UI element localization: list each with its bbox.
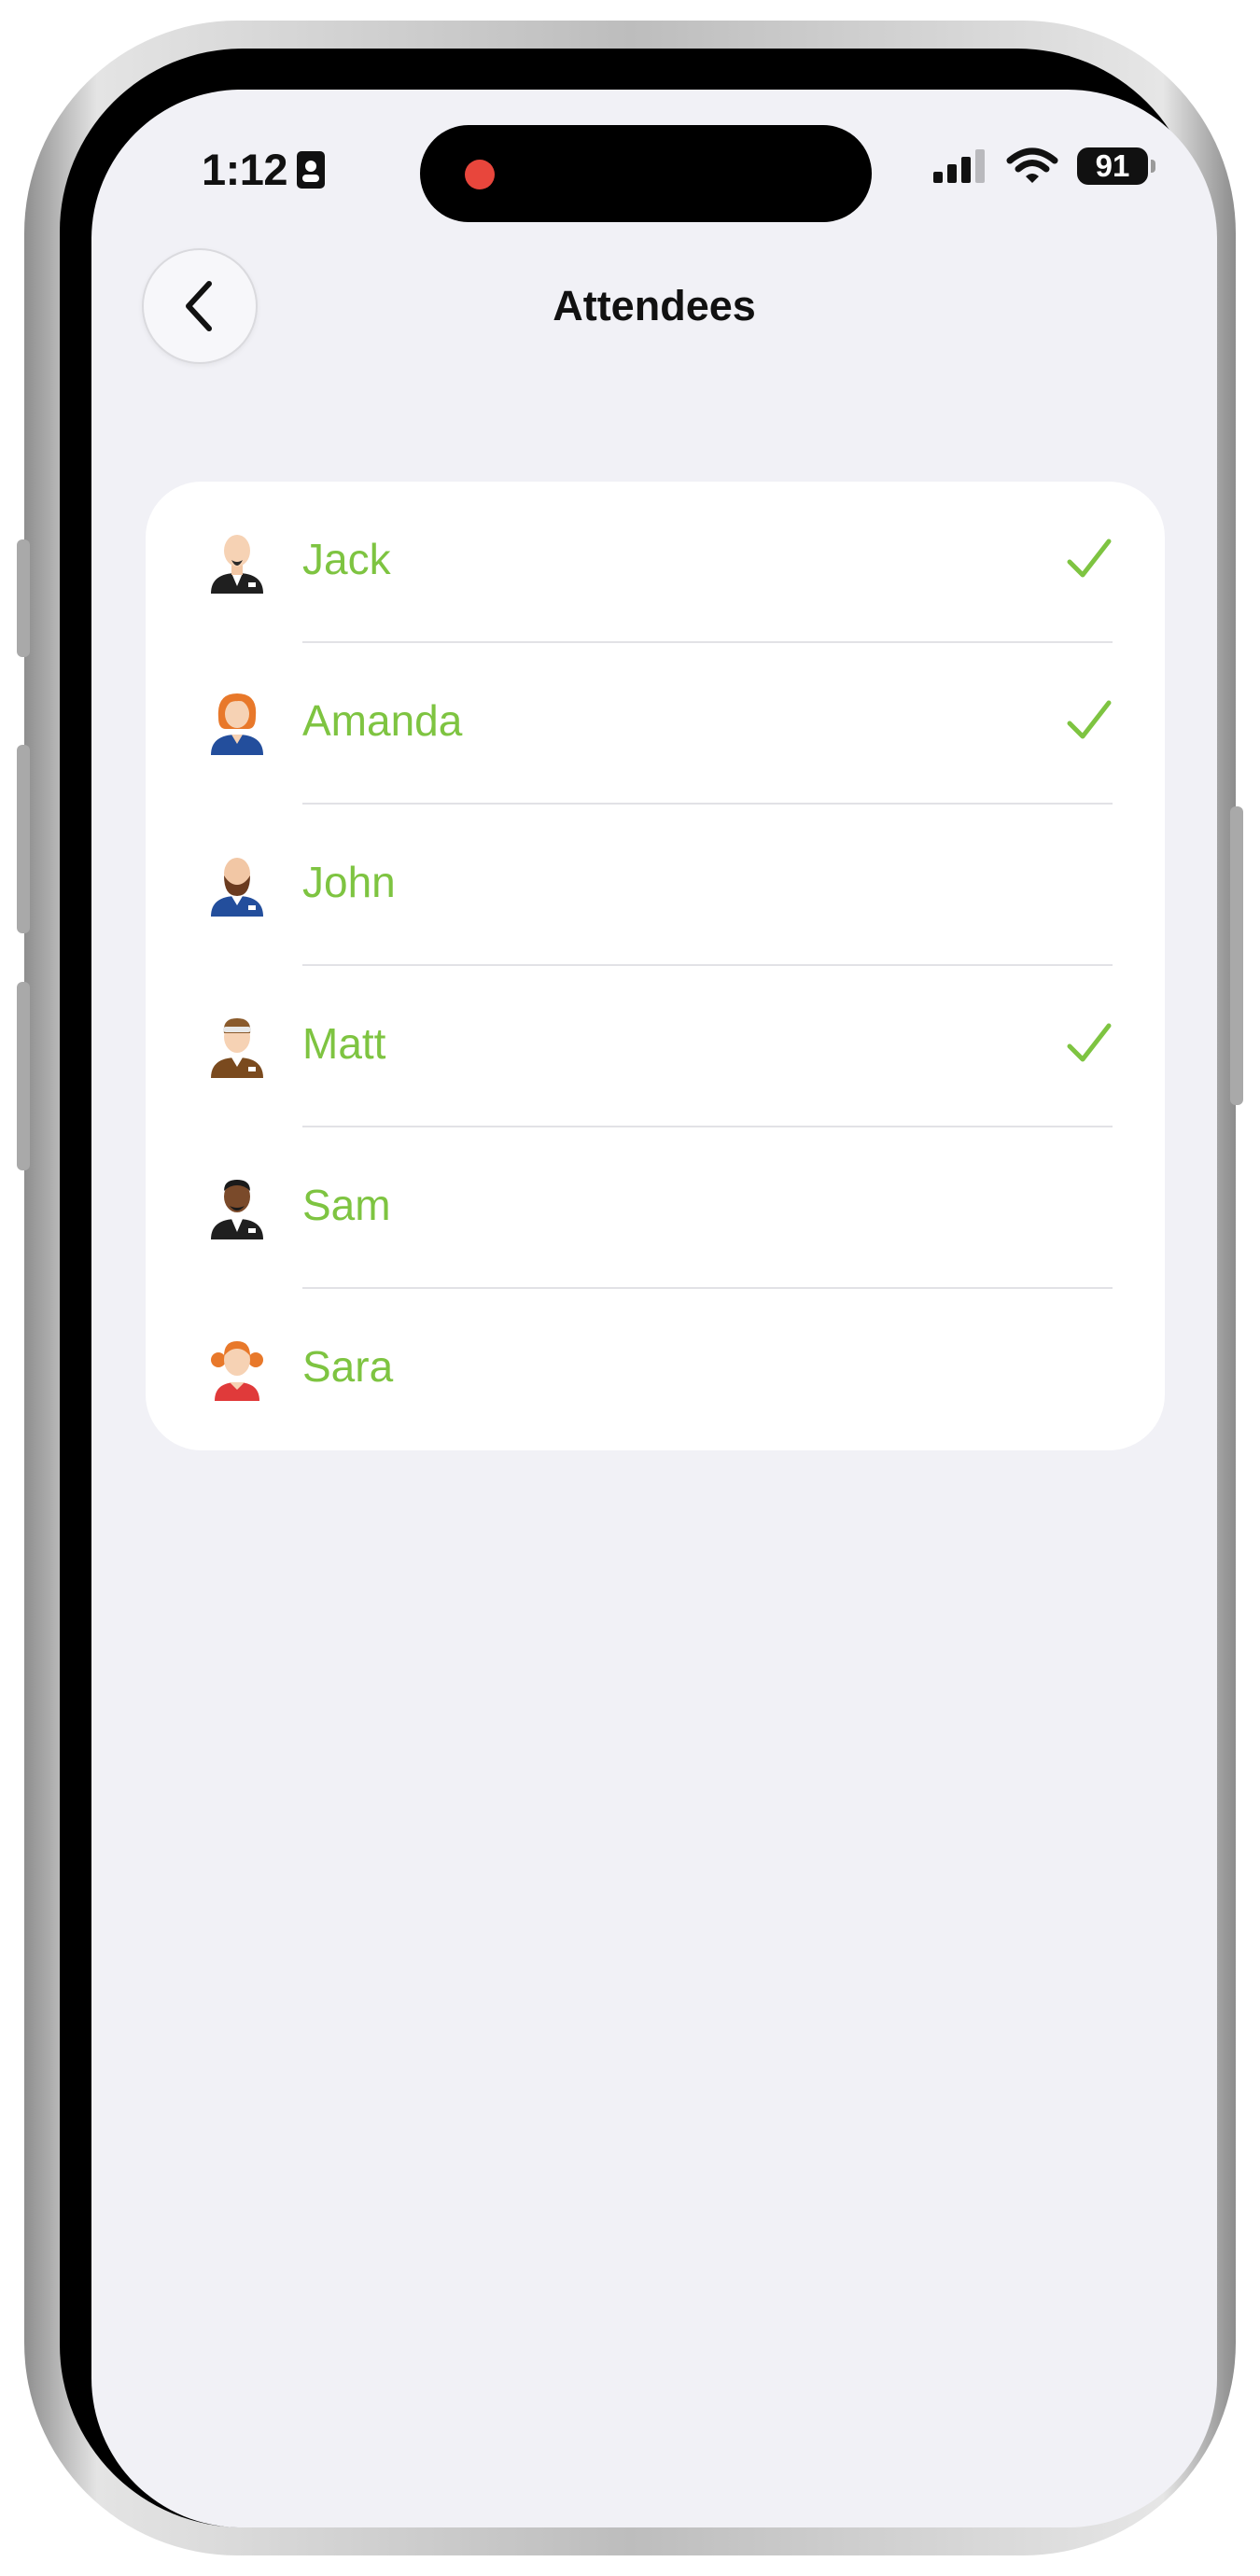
list-item[interactable]: Matt bbox=[146, 966, 1165, 1127]
checkmark-icon bbox=[1067, 539, 1112, 578]
attendees-list: Jack Amanda John Matt Sam Sara bbox=[146, 482, 1165, 1450]
status-time-text: 1:12 bbox=[202, 145, 288, 194]
list-item[interactable]: Sam bbox=[146, 1127, 1165, 1289]
action-button bbox=[17, 539, 30, 657]
man-bald-goatee-avatar-icon bbox=[211, 535, 263, 594]
battery-icon: 91 bbox=[1077, 147, 1155, 185]
dynamic-island bbox=[420, 125, 872, 222]
attendee-name: Jack bbox=[302, 535, 391, 583]
checkmark-icon bbox=[1067, 1023, 1112, 1062]
wifi-icon bbox=[1006, 147, 1058, 183]
list-item[interactable]: Amanda bbox=[146, 643, 1165, 805]
recording-indicator-icon bbox=[465, 160, 495, 189]
cellular-signal-icon bbox=[933, 149, 985, 183]
attendee-name: John bbox=[302, 858, 396, 906]
battery-level: 91 bbox=[1095, 148, 1130, 183]
attendee-name: Amanda bbox=[302, 696, 463, 745]
man-headband-avatar-icon bbox=[211, 1018, 263, 1078]
status-icons: 91 bbox=[933, 147, 1155, 185]
attendee-name: Sara bbox=[302, 1342, 394, 1391]
phone-frame: 1:12 91 Attendees Jack Amanda John Matt … bbox=[17, 21, 1243, 2555]
checkmark-icon bbox=[1067, 700, 1112, 739]
woman-red-hair-avatar-icon bbox=[211, 693, 263, 755]
attendee-name: Matt bbox=[302, 1019, 386, 1068]
list-item[interactable]: John bbox=[146, 805, 1165, 966]
status-time: 1:12 bbox=[202, 144, 326, 195]
list-item[interactable]: Sara bbox=[146, 1289, 1165, 1450]
list-item[interactable]: Jack bbox=[146, 482, 1165, 643]
contact-card-icon bbox=[297, 150, 326, 189]
volume-down-button bbox=[17, 982, 30, 1170]
attendee-name: Sam bbox=[302, 1181, 391, 1229]
woman-pigtails-avatar-icon bbox=[211, 1341, 263, 1401]
page-title: Attendees bbox=[553, 282, 756, 329]
screen: 1:12 91 Attendees Jack Amanda John Matt … bbox=[91, 90, 1217, 2527]
man-dark-skin-avatar-icon bbox=[211, 1180, 263, 1239]
volume-up-button bbox=[17, 745, 30, 933]
power-button bbox=[1230, 806, 1243, 1105]
man-bearded-avatar-icon bbox=[211, 858, 263, 917]
